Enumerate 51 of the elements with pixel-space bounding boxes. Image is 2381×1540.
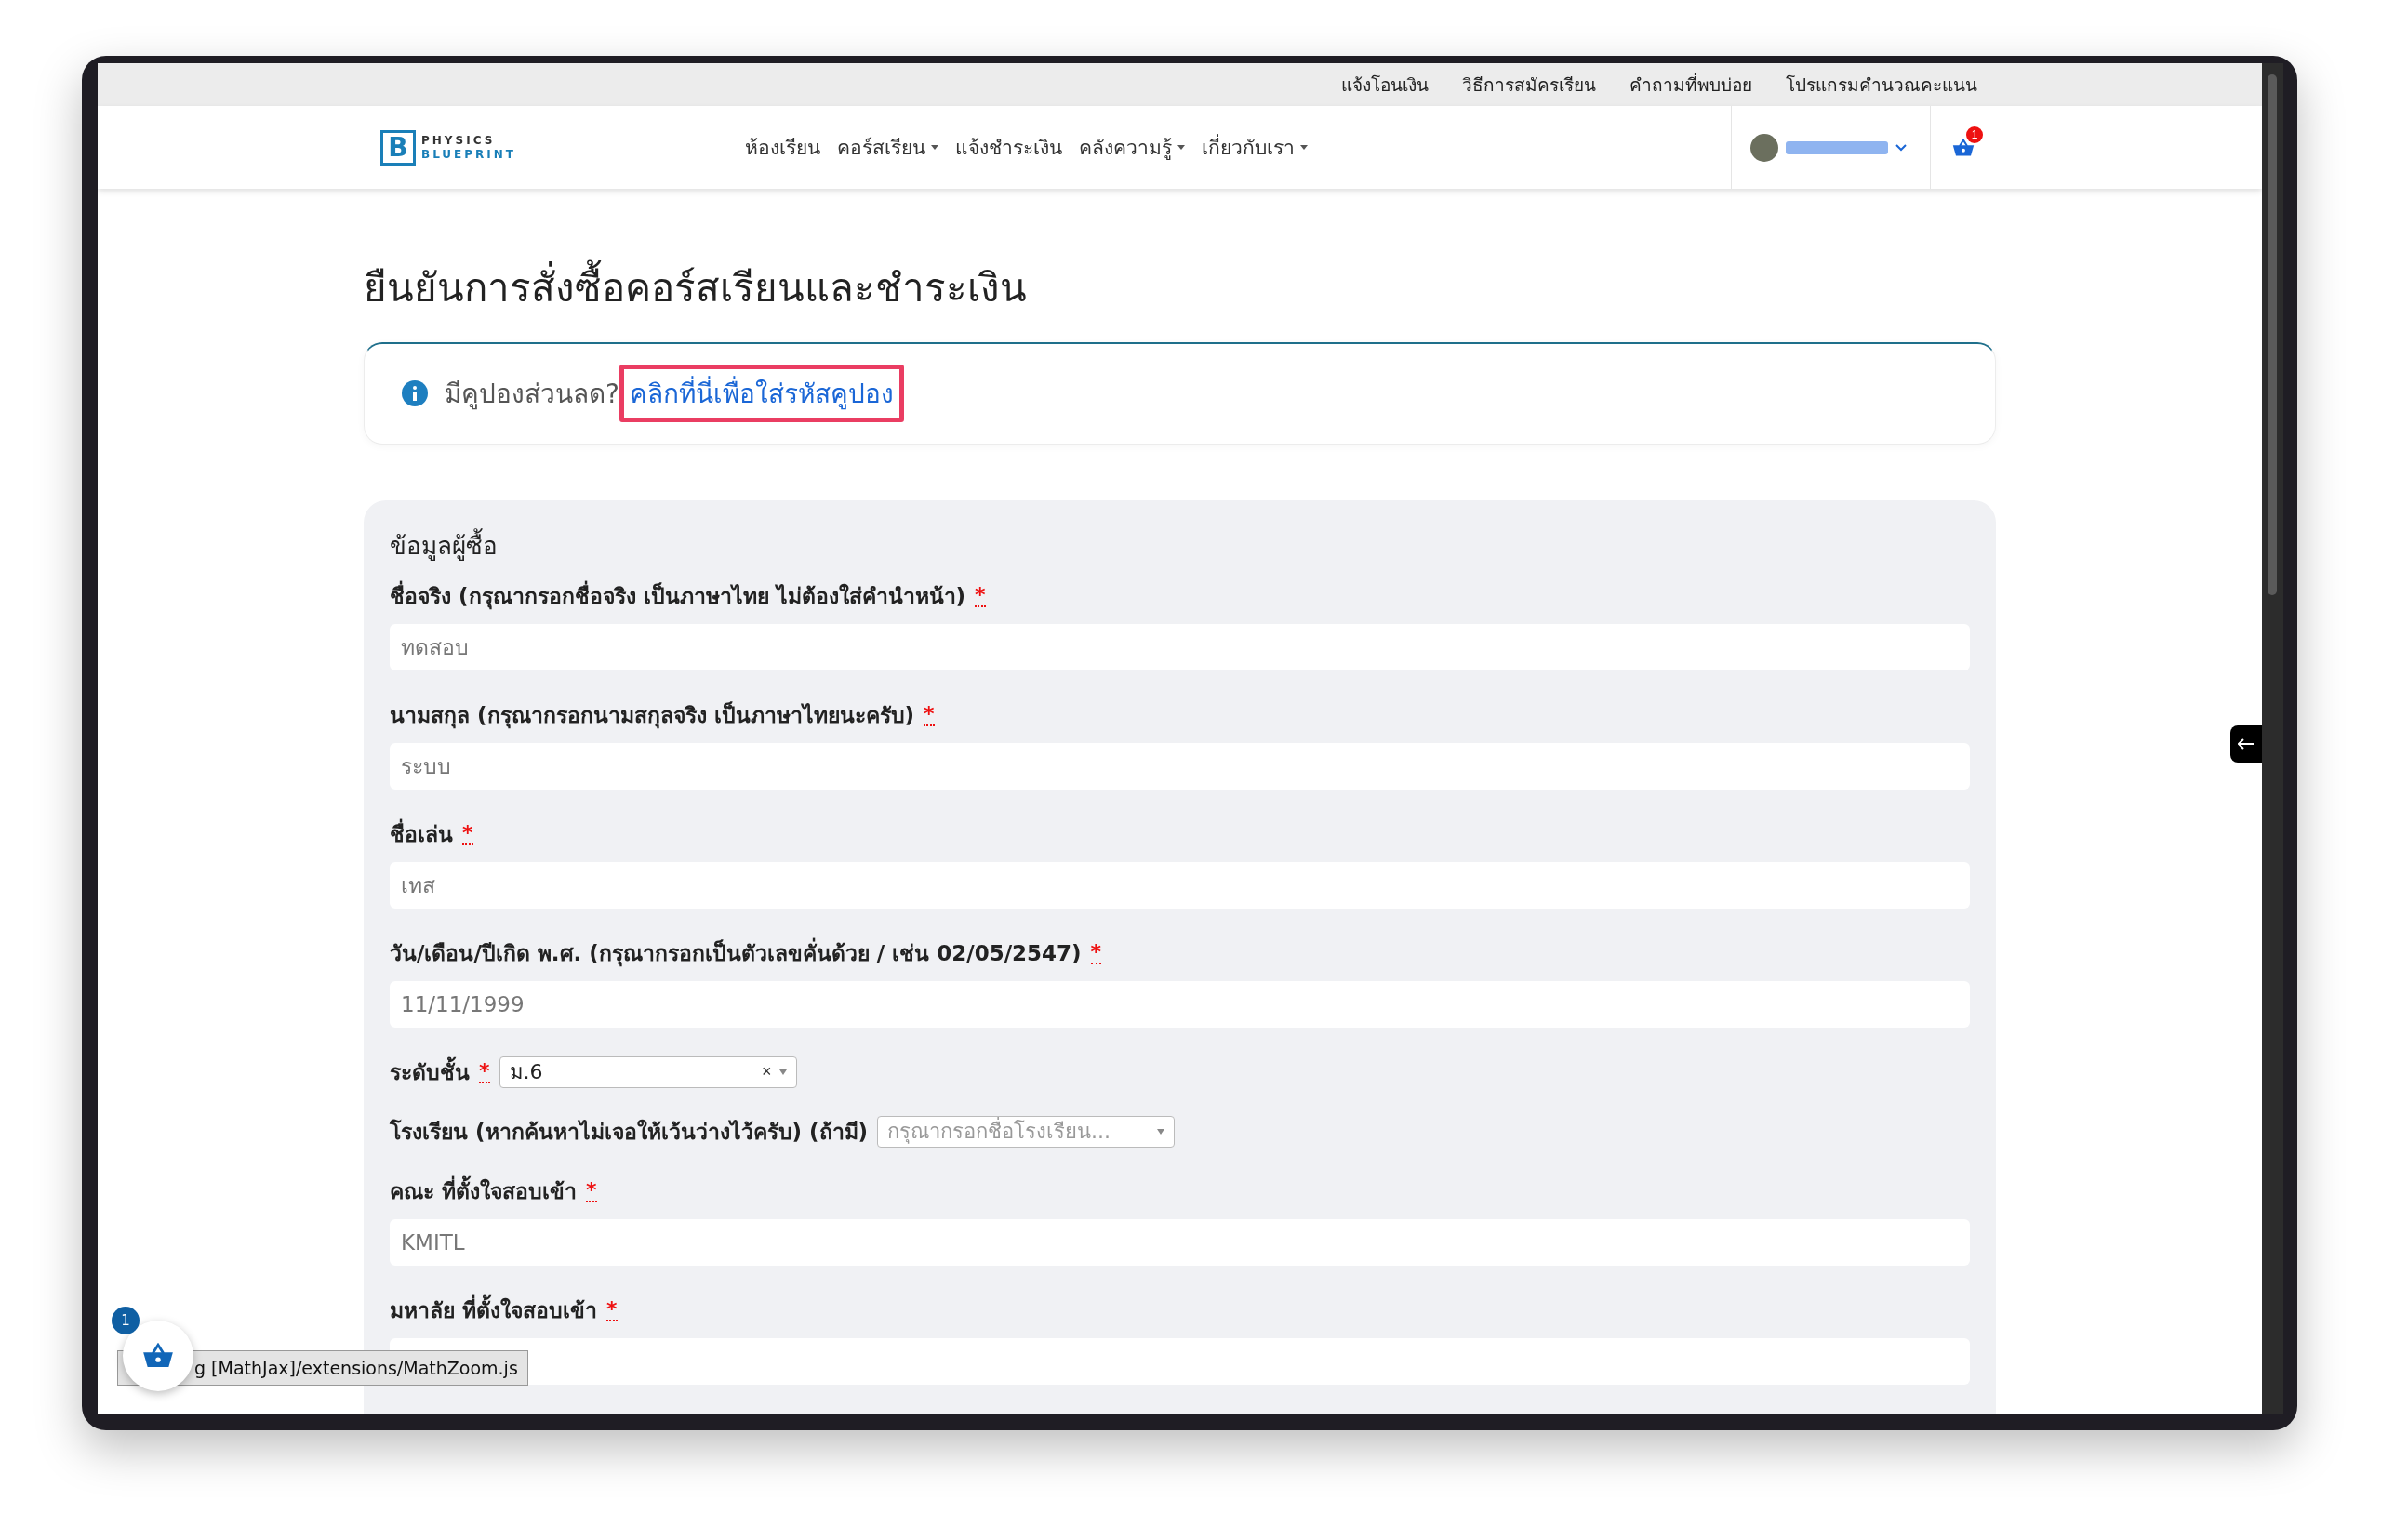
logo-text[interactable]: BLUEPRINT [421, 147, 517, 161]
arrow-left-icon [2238, 738, 2255, 750]
text-input[interactable]: ทดสอบ [390, 623, 1970, 670]
scrollbar[interactable] [2262, 63, 2283, 1414]
text-input[interactable]: ระบบ [390, 742, 1970, 790]
field-label: ชื่อจริง (กรุณากรอกชื่อจริง เป็นภาษาไทย ไม่ต้องใส่คำนำหน้า) [390, 578, 966, 613]
text-input[interactable]: เทส [390, 861, 1970, 909]
required-mark: * [1090, 941, 1102, 964]
nav-link[interactable]: คอร์สเรียน [837, 132, 938, 163]
required-mark: * [924, 703, 935, 726]
section-title: ข้อมูลผู้ซื้อ [390, 525, 1970, 564]
field-label: คณะ ที่ตั้งใจสอบเข้า [390, 1174, 577, 1208]
field-label: นามสกุล (กรุณากรอกนามสกุลจริง เป็นภาษาไทยนะครับ) [390, 700, 915, 731]
nav-link[interactable]: คลังความรู้ [1079, 132, 1185, 163]
top-link[interactable]: คำถามที่พบบ่อย [1629, 71, 1752, 99]
nav-link[interactable]: แจ้งชำระเงิน [955, 132, 1062, 163]
basket-icon [1952, 138, 1975, 157]
logo-mark[interactable]: B [380, 129, 416, 166]
required-mark: * [462, 822, 473, 845]
coupon-prompt: มีคูปองส่วนลด? [445, 378, 619, 412]
top-link[interactable]: วิธีการสมัครเรียน [1462, 71, 1596, 99]
cart-button[interactable]: 1 [1931, 106, 1996, 189]
required-mark: * [479, 1060, 490, 1083]
nav-link[interactable]: ห้องเรียน [745, 132, 820, 163]
field-label: โรงเรียน (หากค้นหาไม่เจอให้เว้นว่างไว้ครับ) (ถ้ามี) [390, 1118, 869, 1146]
required-mark: * [606, 1298, 618, 1321]
side-tab-button[interactable] [2230, 725, 2262, 763]
field-label: มหาลัย ที่ตั้งใจสอบเข้า [390, 1293, 597, 1327]
caret-icon [778, 1069, 787, 1075]
info-icon [402, 380, 428, 407]
required-mark: * [975, 584, 986, 607]
select-field[interactable]: ม.6 × [499, 1055, 797, 1088]
clear-button[interactable]: × [762, 1062, 772, 1082]
caret-icon [1157, 1128, 1165, 1135]
cart-count-badge: 1 [112, 1307, 140, 1334]
top-link[interactable]: แจ้งโอนเงิน [1341, 71, 1429, 99]
coupon-link[interactable]: คลิกที่นี่เพื่อใส่รหัสคูปอง [619, 365, 904, 423]
text-input[interactable]: KMITL [390, 1218, 1970, 1266]
nav-link[interactable]: เกี่ยวกับเรา [1202, 132, 1308, 163]
chevron-down-icon [1895, 143, 1907, 152]
logo-text[interactable]: PHYSICS [421, 134, 517, 148]
cart-count-badge: 1 [1966, 126, 1983, 143]
field-label: วัน/เดือน/ปีเกิด พ.ศ. (กรุณากรอกเป็นตัวเลขคั่นด้วย / เช่น 02/05/2547) [390, 936, 1082, 970]
field-label: ระดับชั้น [390, 1055, 470, 1089]
required-mark: * [586, 1179, 597, 1202]
basket-icon [142, 1343, 174, 1369]
user-menu[interactable] [1731, 106, 1931, 189]
avatar-icon [1750, 133, 1778, 162]
text-input[interactable]: 11/11/1999 [390, 980, 1970, 1028]
top-link[interactable]: โปรแกรมคำนวณคะแนน [1786, 71, 1977, 99]
field-label: ชื่อเล่น [390, 816, 453, 851]
